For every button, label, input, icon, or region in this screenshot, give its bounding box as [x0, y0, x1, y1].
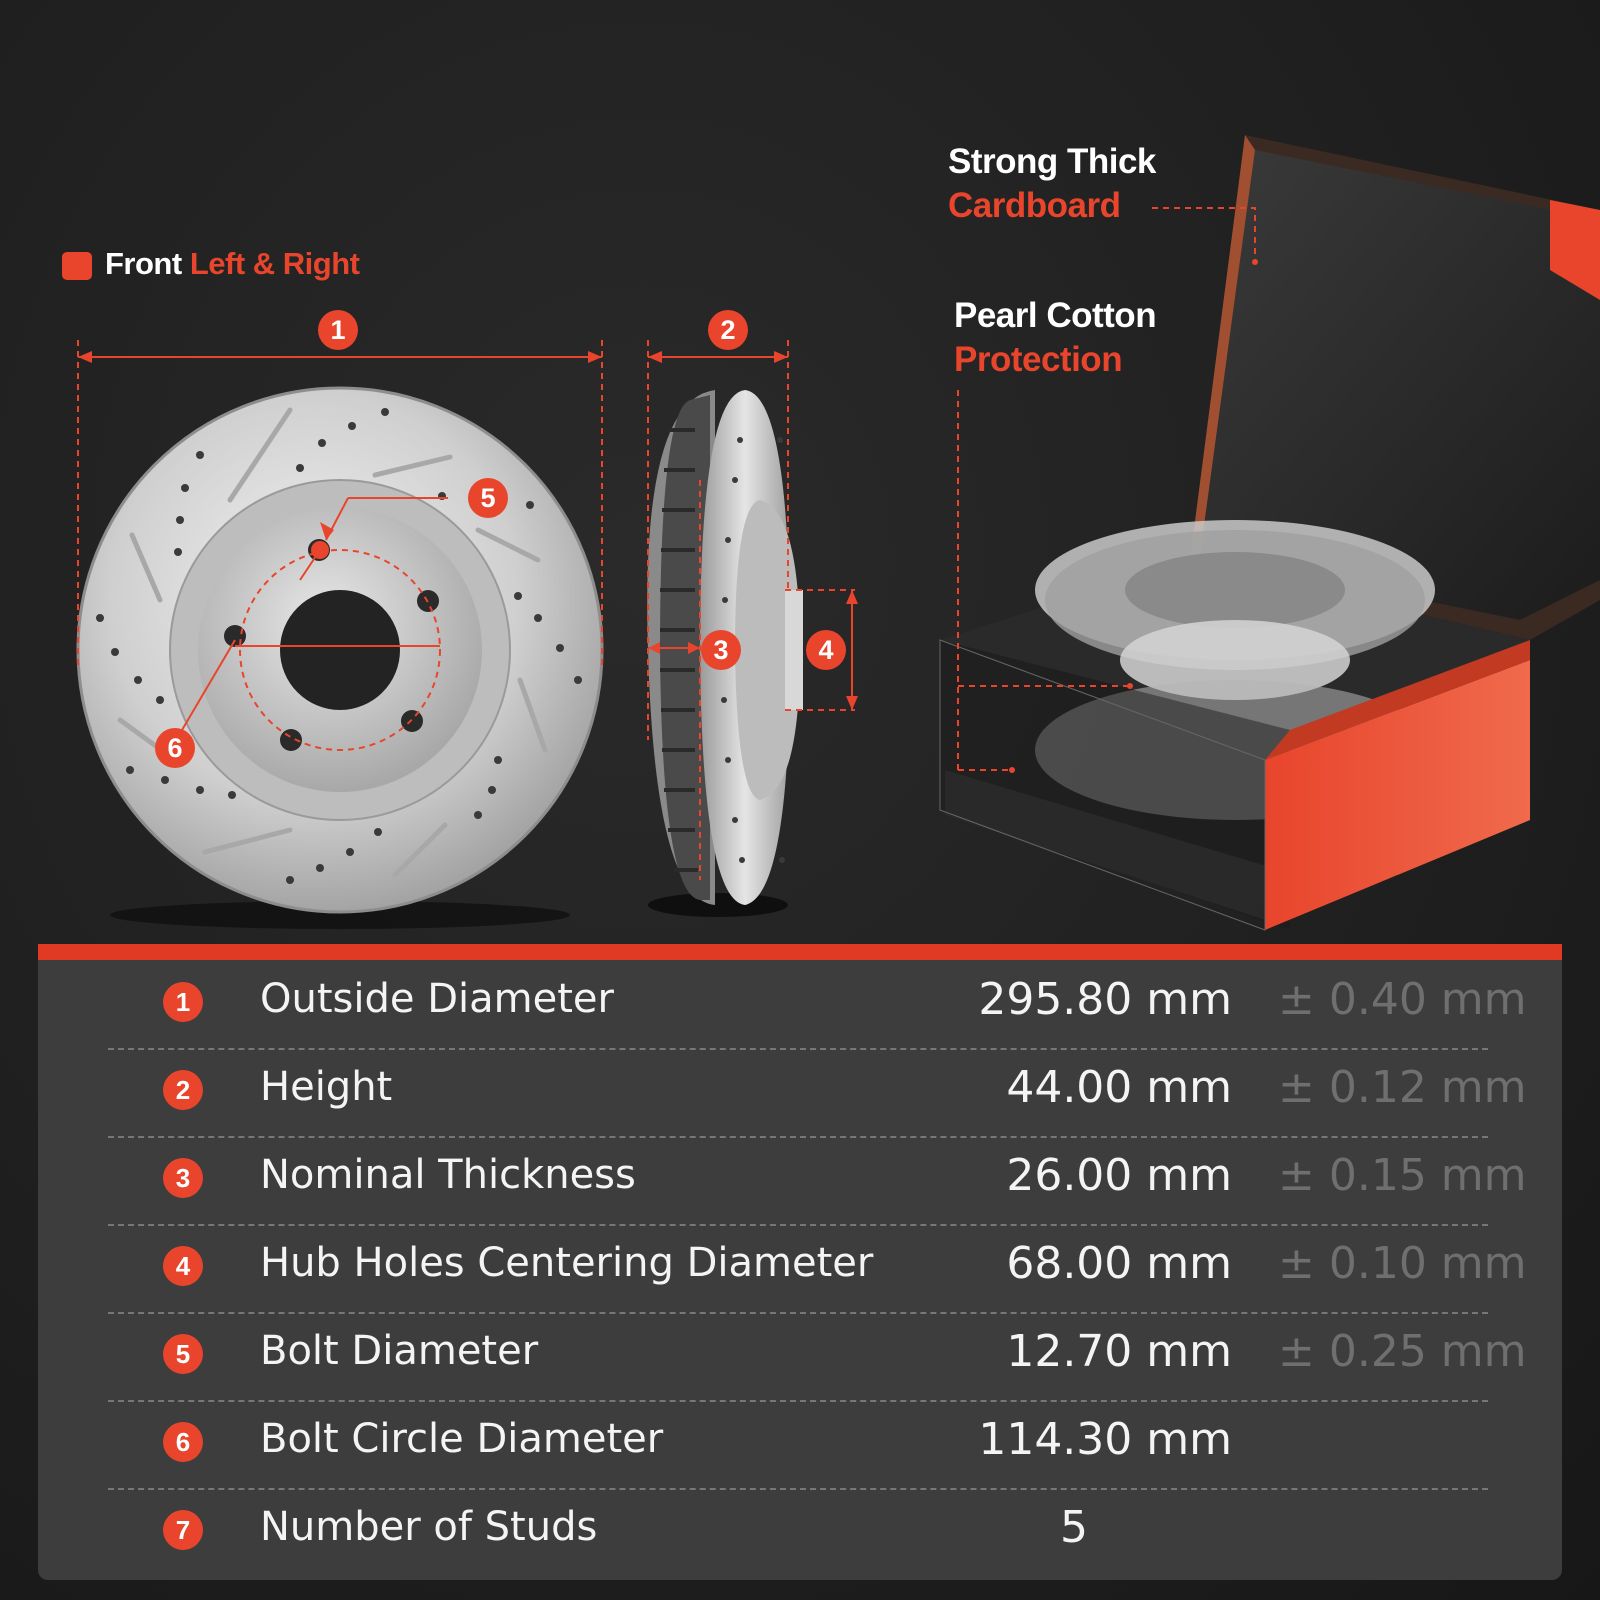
product-illustration [76, 135, 1600, 931]
front-marker-square [62, 252, 92, 280]
spec-row-hub-holes-centering-diameter: 4 Hub Holes Centering Diameter 68.00 mm … [108, 1226, 1527, 1314]
spec-name: Bolt Circle Diameter [260, 1416, 664, 1462]
pearl-cotton-callout: Pearl Cotton Protection [954, 294, 1157, 382]
spec-number-badge: 4 [163, 1246, 203, 1286]
spec-value: 26.00 mm [1006, 1150, 1232, 1201]
pearl-cotton-text: Pearl Cotton [954, 296, 1157, 335]
spec-value: 44.00 mm [1006, 1062, 1232, 1113]
rotor-side-view [647, 340, 858, 917]
spec-tolerance: ± 0.40 mm [1278, 974, 1527, 1025]
spec-table-accent-bar [38, 944, 1562, 960]
spec-value: 5 [1060, 1502, 1088, 1553]
spec-name: Hub Holes Centering Diameter [260, 1240, 874, 1286]
dimension-badge-2: 2 [708, 310, 748, 350]
strong-thick-text: Strong Thick [948, 142, 1156, 181]
spec-name: Bolt Diameter [260, 1328, 539, 1374]
spec-tolerance: ± 0.10 mm [1278, 1238, 1527, 1289]
spec-row-height: 2 Height 44.00 mm ± 0.12 mm [108, 1050, 1527, 1138]
packaging-box [939, 135, 1600, 931]
front-left-right-label: Front Left & Right [105, 246, 360, 282]
spec-number-badge: 1 [163, 982, 203, 1022]
rotor-front-view [76, 340, 604, 929]
dimension-badge-3: 3 [701, 630, 741, 670]
spec-number-badge: 5 [163, 1334, 203, 1374]
spec-number-badge: 3 [163, 1158, 203, 1198]
dimension-badge-6: 6 [155, 728, 195, 768]
spec-name: Outside Diameter [260, 976, 614, 1022]
spec-tolerance: ± 0.12 mm [1278, 1062, 1527, 1113]
spec-row-bolt-circle-diameter: 6 Bolt Circle Diameter 114.30 mm [108, 1402, 1488, 1490]
spec-row-bolt-diameter: 5 Bolt Diameter 12.70 mm ± 0.25 mm [108, 1314, 1527, 1402]
front-text: Front [105, 246, 182, 281]
spec-value: 114.30 mm [978, 1414, 1232, 1465]
spec-value: 12.70 mm [1006, 1326, 1232, 1377]
spec-number-badge: 6 [163, 1422, 203, 1462]
spec-row-nominal-thickness: 3 Nominal Thickness 26.00 mm ± 0.15 mm [108, 1138, 1527, 1226]
cardboard-text: Cardboard [948, 186, 1121, 225]
spec-tolerance: ± 0.25 mm [1278, 1326, 1527, 1377]
dimension-badge-4: 4 [806, 630, 846, 670]
dimension-badge-1: 1 [318, 310, 358, 350]
spec-row-outside-diameter: 1 Outside Diameter 295.80 mm ± 0.40 mm [108, 962, 1527, 1050]
spec-table: 1 Outside Diameter 295.80 mm ± 0.40 mm 2… [38, 944, 1562, 1580]
spec-number-badge: 2 [163, 1070, 203, 1110]
spec-value: 68.00 mm [1006, 1238, 1232, 1289]
left-right-text: Left & Right [189, 246, 360, 281]
spec-value: 295.80 mm [978, 974, 1232, 1025]
protection-text: Protection [954, 340, 1123, 379]
spec-name: Nominal Thickness [260, 1152, 636, 1198]
dimension-badge-5: 5 [468, 478, 508, 518]
spec-number-badge: 7 [163, 1510, 203, 1550]
spec-name: Height [260, 1064, 393, 1110]
spec-row-number-of-studs: 7 Number of Studs 5 [108, 1490, 1488, 1578]
cardboard-callout: Strong Thick Cardboard [948, 140, 1156, 228]
spec-tolerance: ± 0.15 mm [1278, 1150, 1527, 1201]
spec-name: Number of Studs [260, 1504, 598, 1550]
